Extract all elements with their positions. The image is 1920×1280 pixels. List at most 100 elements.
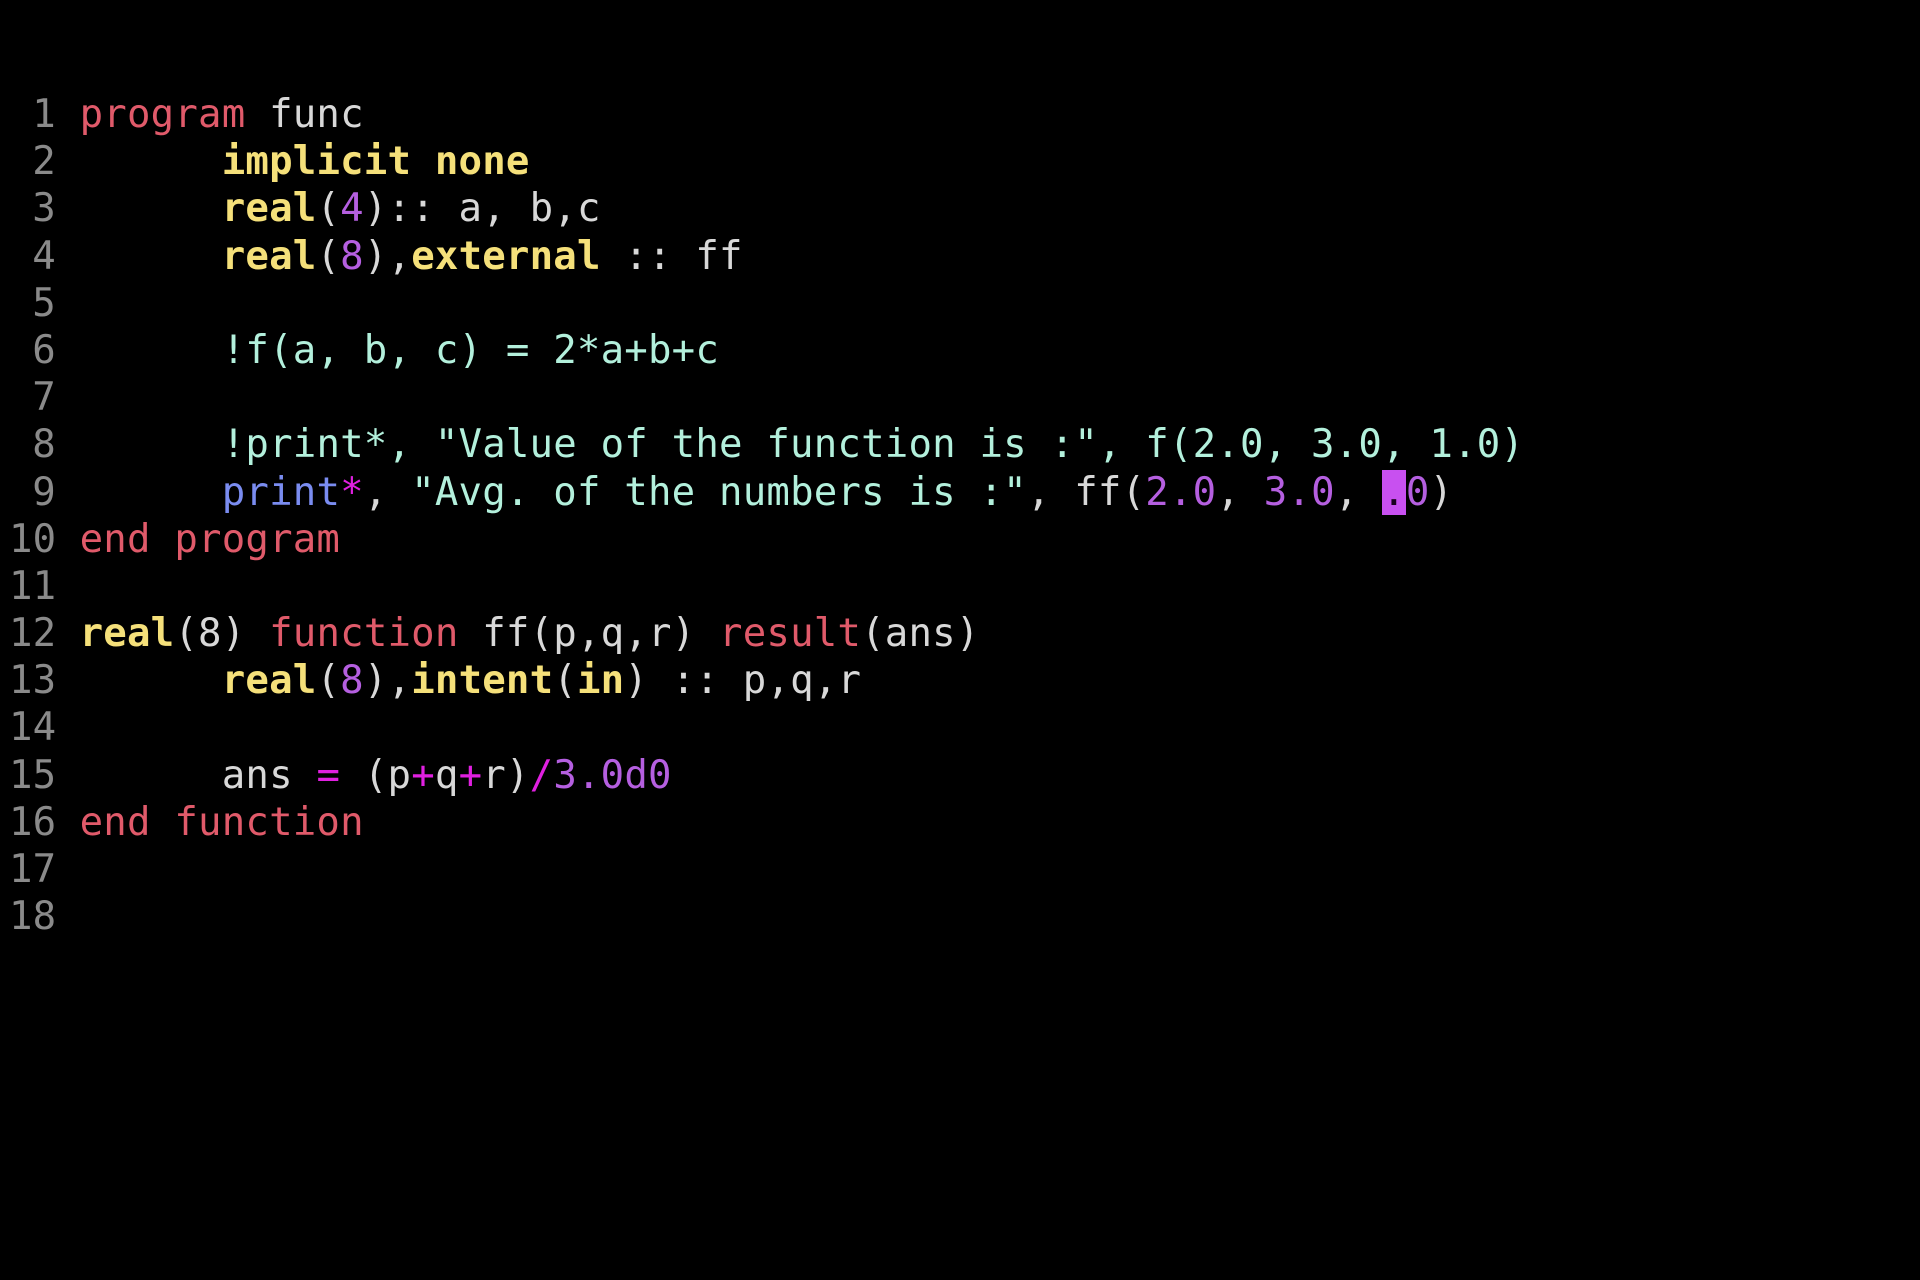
- operator: +: [411, 752, 435, 798]
- line-content[interactable]: program func: [80, 91, 364, 138]
- operator: +: [458, 752, 483, 798]
- line-content[interactable]: !f(a, b, c) = 2*a+b+c: [80, 327, 719, 374]
- code-line[interactable]: 12 real(8) function ff(p,q,r) result(ans): [9, 610, 1524, 657]
- code-line[interactable]: 10 end program: [9, 516, 1524, 563]
- code-text: , ff(: [1026, 469, 1146, 515]
- type-keyword: real: [221, 658, 317, 704]
- number-literal: 4: [340, 186, 364, 232]
- code-text: a, b,c: [434, 186, 601, 232]
- line-number: 1: [32, 92, 56, 137]
- code-line[interactable]: 7: [9, 374, 1524, 421]
- code-line[interactable]: 5: [9, 280, 1524, 327]
- code-text: ) :: p,q,r: [624, 658, 862, 704]
- code-text: (p: [340, 752, 412, 798]
- line-content[interactable]: print*, "Avg. of the numbers is :", ff(2…: [80, 469, 1454, 516]
- code-line[interactable]: 3 real(4):: a, b,c: [9, 185, 1524, 232]
- line-content[interactable]: implicit none: [80, 138, 530, 185]
- number-literal: 2.0: [1145, 469, 1217, 515]
- code-line[interactable]: 9 print*, "Avg. of the numbers is :", ff…: [9, 469, 1524, 516]
- line-content[interactable]: real(8),external :: ff: [80, 233, 743, 280]
- line-number: 8: [32, 422, 56, 468]
- line-number: 11: [9, 563, 57, 609]
- code-line[interactable]: 2 implicit none: [9, 138, 1524, 185]
- line-number: 6: [32, 327, 56, 373]
- line-number: 4: [32, 233, 56, 279]
- code-text: (: [316, 186, 341, 232]
- code-line[interactable]: 13 real(8),intent(in) :: p,q,r: [9, 657, 1524, 704]
- line-number: 5: [32, 280, 56, 326]
- number-literal: 8: [340, 658, 364, 704]
- code-text: :: ff: [600, 233, 743, 279]
- line-number: 10: [9, 516, 57, 562]
- code-text: (8): [174, 611, 270, 657]
- code-text: ,: [1216, 469, 1264, 515]
- code-line[interactable]: 18: [9, 893, 1524, 940]
- code-text: ,: [1334, 469, 1383, 515]
- code-text: ): [1429, 469, 1454, 515]
- code-text: (ans): [861, 611, 980, 657]
- code-line[interactable]: 6 !f(a, b, c) = 2*a+b+c: [9, 327, 1524, 374]
- keyword: program: [79, 92, 246, 137]
- operator: /: [529, 752, 554, 798]
- line-number: 16: [9, 799, 57, 845]
- code-text: func: [245, 92, 364, 137]
- type-keyword: in: [576, 658, 625, 704]
- code-line[interactable]: 11: [9, 563, 1524, 610]
- number-literal: 3.0: [1263, 469, 1335, 515]
- code-text: (: [316, 658, 341, 704]
- code-text: ans: [221, 752, 317, 798]
- code-text: )::: [363, 186, 435, 232]
- code-editor[interactable]: 1 program func 2 implicit none 3 real(4):: …: [9, 91, 1524, 940]
- line-content[interactable]: end function: [80, 799, 364, 846]
- code-text: (: [553, 658, 577, 704]
- line-number: 2: [32, 139, 56, 185]
- line-number: 14: [9, 705, 57, 751]
- code-line[interactable]: 17: [9, 846, 1524, 893]
- code-text: ff(p,q,r): [458, 611, 720, 657]
- line-number: 3: [32, 186, 56, 232]
- type-keyword: real: [221, 186, 317, 232]
- line-number: 7: [32, 375, 56, 421]
- code-text: ),: [363, 658, 412, 704]
- code-text: q: [434, 752, 459, 798]
- number-literal: 3.0d0: [553, 752, 672, 798]
- operator: *: [340, 469, 364, 515]
- string-literal: "Avg. of the numbers is :": [411, 469, 1027, 515]
- line-content[interactable]: real(4):: a, b,c: [80, 185, 601, 232]
- code-text: ),: [363, 233, 412, 279]
- code-line[interactable]: 1 program func: [9, 91, 1524, 138]
- keyword: function: [269, 611, 459, 657]
- comment: !f(a, b, c) = 2*a+b+c: [221, 327, 719, 373]
- keyword: end program: [79, 516, 341, 562]
- line-content[interactable]: real(8),intent(in) :: p,q,r: [80, 657, 862, 704]
- code-line[interactable]: 16 end function: [9, 799, 1524, 846]
- line-content[interactable]: !print*, "Value of the function is :", f…: [80, 421, 1525, 468]
- line-content[interactable]: real(8) function ff(p,q,r) result(ans): [80, 610, 980, 657]
- line-number: 9: [32, 469, 56, 515]
- line-content[interactable]: ans = (p+q+r)/3.0d0: [80, 752, 672, 799]
- code-text: r): [482, 752, 530, 798]
- line-number: 12: [9, 611, 57, 657]
- code-line[interactable]: 15 ans = (p+q+r)/3.0d0: [9, 752, 1524, 799]
- operator: =: [316, 752, 341, 798]
- io-keyword: print: [221, 469, 341, 515]
- line-number: 15: [9, 752, 57, 798]
- number-literal: 8: [340, 233, 364, 279]
- text-cursor: .: [1382, 469, 1406, 515]
- code-line[interactable]: 8 !print*, "Value of the function is :",…: [9, 421, 1524, 468]
- line-number: 17: [9, 847, 57, 892]
- type-keyword: intent: [411, 658, 554, 704]
- code-line[interactable]: 4 real(8),external :: ff: [9, 233, 1524, 280]
- code-text: ,: [363, 469, 412, 515]
- number-literal: 0: [1405, 469, 1430, 515]
- type-keyword: real: [221, 233, 317, 279]
- code-line[interactable]: 14: [9, 704, 1524, 751]
- line-content[interactable]: end program: [80, 516, 340, 563]
